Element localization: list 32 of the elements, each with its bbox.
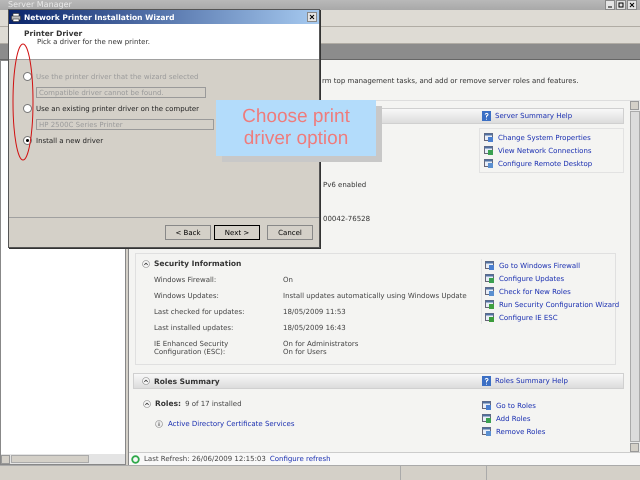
window-icon (484, 133, 494, 142)
maximize-button[interactable] (616, 0, 626, 10)
help-icon (482, 376, 491, 386)
window-title: Server Manager (8, 0, 72, 10)
radio-button[interactable] (23, 104, 32, 113)
close-button[interactable] (307, 12, 317, 22)
window-icon (484, 146, 494, 155)
help-icon (482, 111, 491, 121)
info-icon (155, 420, 163, 428)
window-icon (485, 300, 495, 309)
collapse-icon[interactable] (142, 260, 150, 268)
window-icon (482, 414, 492, 423)
window-icon (485, 261, 495, 270)
vertical-scrollbar[interactable] (630, 101, 640, 452)
close-icon (629, 2, 635, 8)
close-button[interactable] (627, 0, 637, 10)
horizontal-scrollbar[interactable] (1, 454, 125, 464)
window-icon (482, 427, 492, 436)
maximize-icon (618, 2, 624, 8)
window-icon (485, 287, 495, 296)
window-icon (485, 313, 495, 322)
window-icon (484, 159, 494, 168)
close-icon (309, 14, 315, 20)
minimize-button[interactable] (605, 0, 615, 10)
callout-text: driver option (244, 128, 348, 150)
window-icon (482, 401, 492, 410)
collapse-icon[interactable] (142, 377, 150, 385)
refresh-icon (131, 454, 140, 464)
printer-icon (11, 12, 21, 22)
collapse-icon[interactable] (143, 400, 151, 408)
callout-text: Choose print (242, 106, 350, 128)
window-icon (485, 274, 495, 283)
